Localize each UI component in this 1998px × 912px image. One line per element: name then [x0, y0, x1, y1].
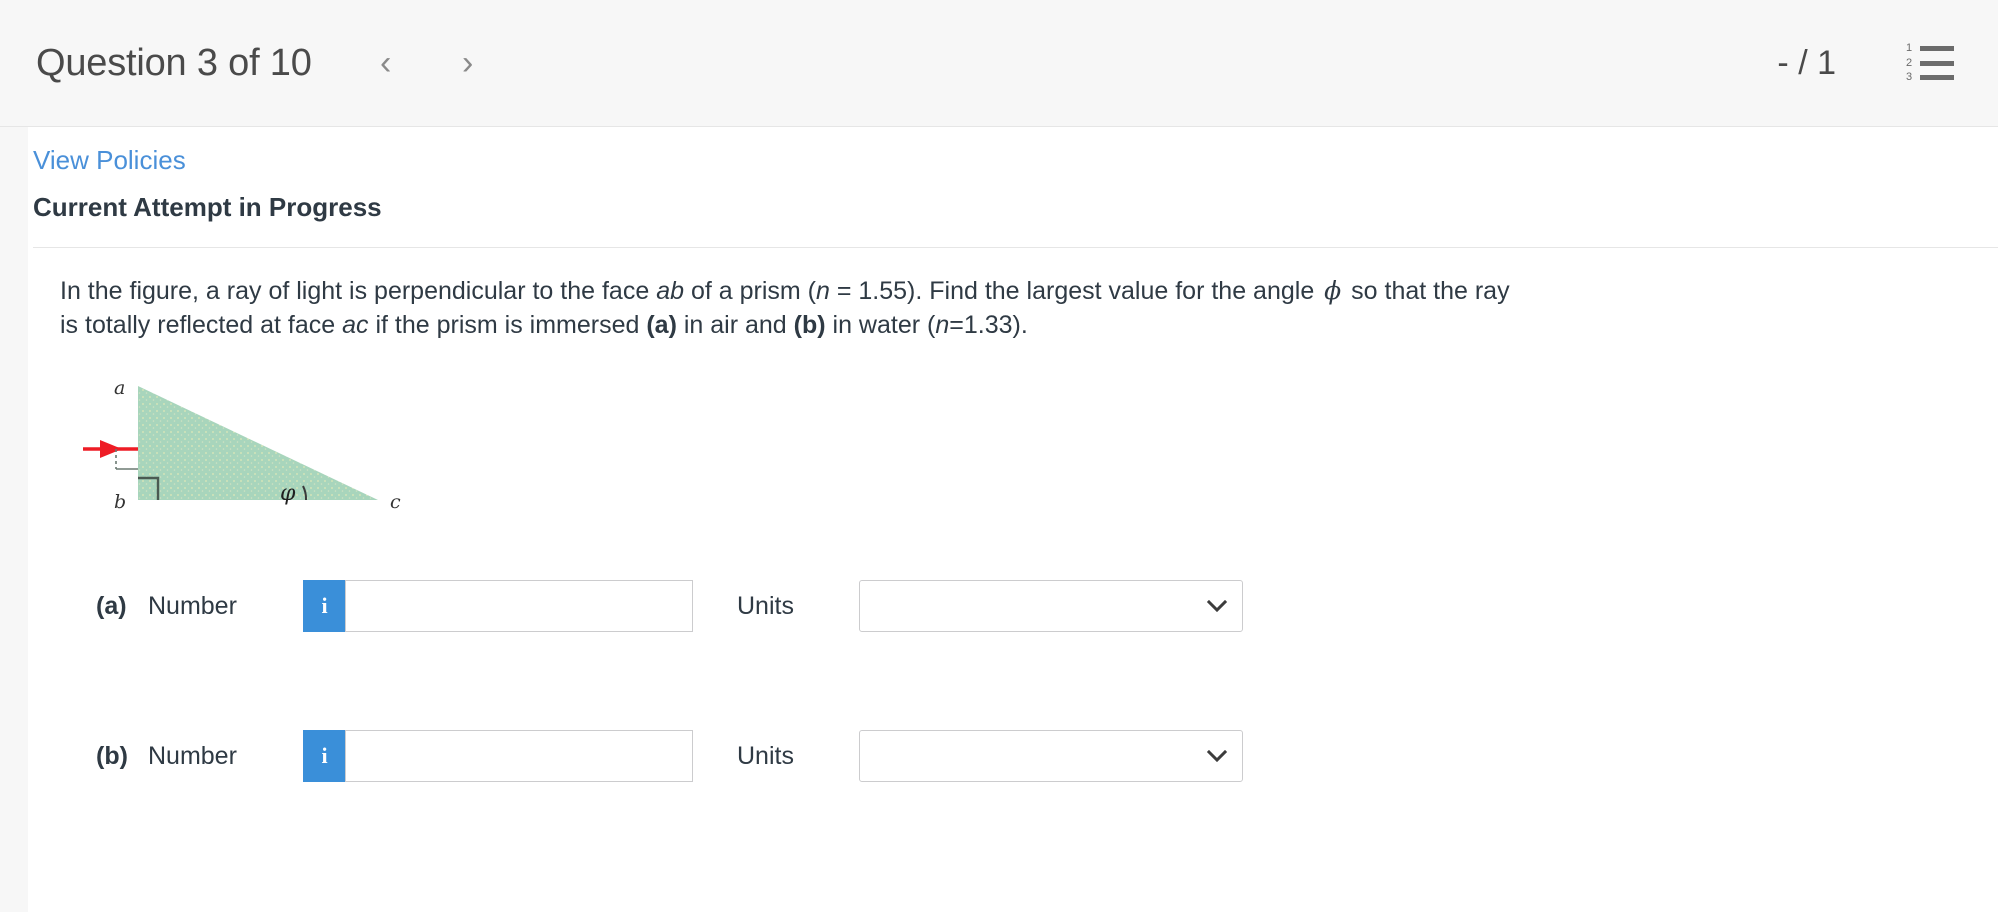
index-n-italic-1: n — [815, 277, 830, 305]
vertex-label-c: c — [390, 491, 401, 513]
answer-part-label-a: (a) — [96, 591, 127, 620]
chevron-left-icon: ‹ — [380, 43, 392, 82]
number-input-a[interactable] — [345, 580, 693, 632]
question-text-seg3: = 1.55). Find the largest value for the … — [829, 277, 1322, 305]
question-text-seg1: In the figure, a ray of light is perpend… — [60, 277, 657, 305]
units-select-wrapper-b — [859, 730, 1243, 782]
face-ab-italic: ab — [656, 277, 684, 305]
previous-question-button[interactable]: ‹ — [360, 37, 412, 89]
prism-diagram-svg: a b c φ — [83, 377, 401, 513]
number-label-a: Number — [148, 591, 237, 620]
question-text: In the figure, a ray of light is perpend… — [60, 274, 1525, 342]
header-right-group: - / 1 1 2 3 — [1777, 43, 1954, 83]
phi-angle-label: φ — [280, 481, 296, 506]
info-icon[interactable]: i — [303, 730, 345, 782]
question-header-bar: Question 3 of 10 ‹ › - / 1 1 2 3 — [0, 0, 1998, 127]
next-question-button[interactable]: › — [442, 37, 494, 89]
number-label-b: Number — [148, 741, 237, 770]
incident-ray-arrowhead — [100, 440, 122, 458]
list-bar-3 — [1920, 75, 1954, 80]
phi-symbol-inline: ϕ — [1324, 276, 1342, 305]
question-text-seg2: of a prism ( — [684, 277, 816, 305]
face-ac-italic: ac — [342, 311, 369, 339]
units-label-a: Units — [737, 591, 794, 620]
info-icon[interactable]: i — [303, 580, 345, 632]
question-body: In the figure, a ray of light is perpend… — [60, 274, 1938, 782]
current-attempt-heading: Current Attempt in Progress — [33, 192, 1998, 248]
list-number-1: 1 — [1906, 42, 1913, 54]
vertex-label-b: b — [114, 491, 126, 513]
list-number-2: 2 — [1906, 56, 1913, 69]
list-row-2: 2 — [1906, 56, 1954, 69]
question-page: Question 3 of 10 ‹ › - / 1 1 2 3 View Po… — [0, 0, 1998, 912]
number-input-group-b: i — [303, 730, 693, 782]
answer-row-b: (b) Number i Units — [96, 730, 1938, 782]
list-row-3: 3 — [1906, 72, 1954, 83]
list-bar-1 — [1920, 46, 1954, 51]
question-content: View Policies Current Attempt in Progres… — [28, 127, 1998, 912]
question-text-seg6: in air and — [676, 311, 794, 339]
page-title: Question 3 of 10 — [36, 41, 312, 84]
question-navigation: ‹ › — [360, 37, 494, 89]
answer-row-a: (a) Number i Units — [96, 580, 1938, 632]
question-text-seg8: =1.33). — [949, 311, 1028, 339]
index-n-italic-2: n — [935, 311, 950, 339]
part-a-bold: (a) — [646, 311, 677, 339]
list-row-1: 1 — [1906, 43, 1954, 54]
number-input-b[interactable] — [345, 730, 693, 782]
left-margin-strip — [0, 127, 28, 912]
number-input-group-a: i — [303, 580, 693, 632]
vertex-label-a: a — [114, 377, 125, 399]
answer-part-label-b: (b) — [96, 741, 128, 770]
units-select-wrapper-a — [859, 580, 1243, 632]
prism-triangle — [138, 386, 378, 500]
question-text-seg7: in water ( — [825, 311, 936, 339]
list-number-3: 3 — [1906, 71, 1913, 83]
numbered-list-icon[interactable]: 1 2 3 — [1906, 43, 1954, 83]
units-select-b[interactable] — [859, 730, 1243, 782]
part-b-bold: (b) — [793, 311, 826, 339]
question-text-seg5: if the prism is immersed — [368, 311, 647, 339]
view-policies-link[interactable]: View Policies — [33, 145, 186, 176]
score-display: - / 1 — [1777, 43, 1836, 82]
units-select-a[interactable] — [859, 580, 1243, 632]
answer-rows: (a) Number i Units (b) Number i Units — [96, 580, 1938, 782]
list-bar-2 — [1920, 60, 1954, 66]
prism-diagram: a b c φ — [78, 374, 498, 534]
units-label-b: Units — [737, 741, 794, 770]
chevron-right-icon: › — [462, 43, 474, 82]
